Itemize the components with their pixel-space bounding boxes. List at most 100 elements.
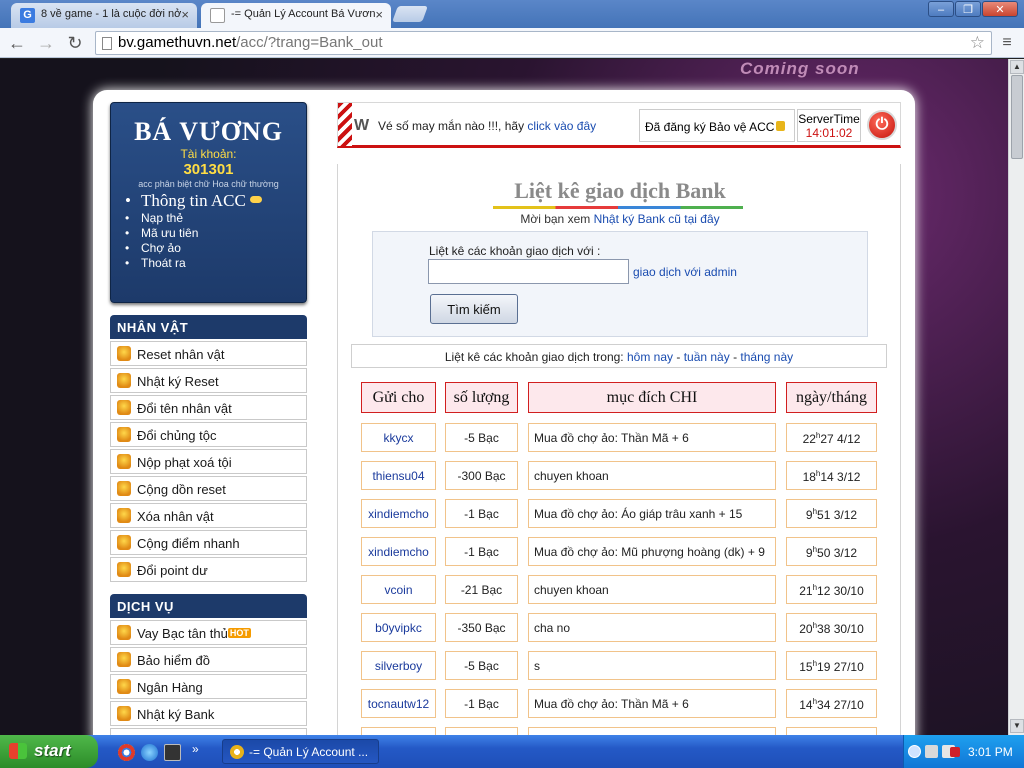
hour-mark: h [812, 659, 818, 668]
cell-amount: -1 Bạc [445, 499, 518, 528]
scroll-up-icon[interactable]: ▲ [1010, 60, 1024, 74]
sidebar-item-bank-log[interactable]: Nhật ký Bank [110, 701, 307, 726]
item-icon [117, 706, 131, 721]
cell-recipient[interactable]: tocnautw12 [361, 689, 436, 718]
period-week-link[interactable]: tuần này [684, 350, 730, 364]
page-icon [210, 8, 225, 23]
restore-button[interactable]: ❐ [955, 1, 981, 17]
sidebar-item-item-insurance[interactable]: Bảo hiểm đồ [110, 647, 307, 672]
sidebar-item-bank[interactable]: Ngân Hàng [110, 674, 307, 699]
scroll-thumb[interactable] [1011, 75, 1023, 159]
sidebar-item-label: Cộng dồn reset [137, 482, 226, 497]
cell-recipient[interactable]: vcoin [361, 575, 436, 604]
sidebar-item-delete-character[interactable]: Xóa nhân vật [110, 503, 307, 528]
lottery-link[interactable]: click vào đây [527, 119, 596, 133]
game-icon[interactable] [164, 744, 181, 761]
account-menu-label: Thông tin ACC [141, 191, 246, 210]
account-menu-info[interactable]: Thông tin ACC [125, 191, 306, 211]
cell-recipient[interactable]: xindiemcho [361, 499, 436, 528]
admin-transactions-link[interactable]: giao dịch với admin [633, 265, 737, 279]
system-tray: 3:01 PM [903, 735, 1024, 768]
old-bank-log-link[interactable]: Nhật ký Bank cũ tại đây [594, 212, 720, 226]
reload-icon[interactable]: ↻ [64, 32, 86, 54]
lottery-text: Vé số may mắn nào !!!, hãy [378, 119, 528, 133]
sidebar-item-stack-reset[interactable]: Cộng dồn reset [110, 476, 307, 501]
item-icon [117, 508, 131, 523]
cell-purpose: Mua đồ chợ ảo: Mũ phượng hoàng (dk) + 9 [528, 537, 776, 566]
tab-favicon: G [20, 8, 35, 23]
cell-recipient[interactable]: kkycx [361, 423, 436, 452]
close-tab-icon[interactable]: × [375, 7, 383, 22]
sidebar-item-rename[interactable]: Đổi tên nhân vật [110, 395, 307, 420]
service-section-heading: DỊCH VỤ [110, 594, 307, 618]
minimize-button[interactable]: – [928, 1, 954, 17]
start-button[interactable]: start [0, 735, 98, 768]
sidebar-item-label: Nhật ký Bank [137, 707, 215, 722]
item-icon [117, 679, 131, 694]
cell-recipient[interactable]: b0yvipkc [361, 613, 436, 642]
back-icon[interactable]: ← [6, 32, 28, 54]
item-icon [117, 454, 131, 469]
server-time-label: ServerTime [798, 112, 860, 126]
browser-toolbar: ← → ↻ bv.gamethuvn.net/acc/?trang=Bank_o… [0, 28, 1024, 58]
account-menu-logout[interactable]: Thoát ra [125, 256, 306, 271]
chrome-icon[interactable] [118, 744, 135, 761]
sidebar-item-pay-fine[interactable]: Nộp phạt xoá tội [110, 449, 307, 474]
sidebar-item-more[interactable] [110, 728, 307, 735]
search-input[interactable] [428, 259, 629, 284]
smile-icon [250, 196, 263, 203]
title-underline [493, 206, 743, 209]
cell-recipient[interactable]: tocnautw12 [361, 727, 436, 735]
tab-game-forum[interactable]: G 8 về game - 1 là cuộc đời nở × [11, 3, 197, 28]
hour-mark: h [815, 469, 821, 478]
column-header-purpose: mục đích CHI [528, 382, 776, 413]
item-icon [117, 481, 131, 496]
item-icon [117, 373, 131, 388]
scroll-down-icon[interactable]: ▼ [1010, 719, 1024, 733]
sidebar-item-reset-log[interactable]: Nhật ký Reset [110, 368, 307, 393]
taskbar-item-browser[interactable]: -= Quản Lý Account ... [222, 739, 379, 764]
new-tab-button[interactable] [392, 6, 428, 22]
search-button[interactable]: Tìm kiếm [430, 294, 518, 324]
forward-icon[interactable]: → [35, 32, 57, 54]
close-tab-icon[interactable]: × [181, 7, 189, 22]
cell-recipient[interactable]: thiensu04 [361, 461, 436, 490]
period-month-link[interactable]: tháng này [740, 350, 793, 364]
close-window-button[interactable]: ✕ [982, 1, 1018, 17]
account-menu-topup[interactable]: Nạp thẻ [125, 211, 306, 226]
account-menu-priority-code[interactable]: Mã ưu tiên [125, 226, 306, 241]
star-icon[interactable]: ☆ [970, 33, 985, 53]
menu-icon[interactable]: ≡ [996, 32, 1018, 54]
subtitle-text: Mời bạn xem [520, 212, 594, 226]
column-header-amount: số lượng [445, 382, 518, 413]
sidebar-item-change-race[interactable]: Đổi chủng tộc [110, 422, 307, 447]
sidebar-item-reset[interactable]: Reset nhân vật [110, 341, 307, 366]
page-title: Liệt kê giao dịch Bank [514, 178, 726, 203]
sidebar-item-quick-points[interactable]: Cộng điểm nhanh [110, 530, 307, 555]
address-bar[interactable]: bv.gamethuvn.net/acc/?trang=Bank_out ☆ [95, 31, 992, 55]
power-icon[interactable]: ⏻ [867, 110, 897, 140]
period-today-link[interactable]: hôm nay [627, 350, 673, 364]
ie-icon[interactable] [141, 744, 158, 761]
tray-expand-icon[interactable] [908, 745, 921, 758]
cell-date: 14h34 27/10 [786, 689, 877, 718]
alert-icon[interactable] [950, 747, 960, 757]
account-menu-market[interactable]: Chợ ảo [125, 241, 306, 256]
sidebar-item-label: Xóa nhân vật [137, 509, 214, 524]
tab-account-manager[interactable]: -= Quản Lý Account Bá Vươn × [201, 3, 391, 28]
column-header-recipient: Gửi cho [361, 382, 436, 413]
item-icon [117, 427, 131, 442]
cell-amount: -300 Bạc [445, 461, 518, 490]
quicklaunch-more-icon[interactable]: » [192, 742, 199, 756]
cell-recipient[interactable]: xindiemcho [361, 537, 436, 566]
account-label: Tài khoản: [180, 147, 237, 161]
hour-mark: h [815, 431, 821, 440]
cell-purpose: cha no [528, 613, 776, 642]
network-icon[interactable] [925, 745, 938, 758]
page-scrollbar[interactable]: ▲ ▼ [1008, 59, 1024, 735]
cell-purpose: Mua đồ chợ ảo: Thần Mã + 6 [528, 423, 776, 452]
sidebar-item-convert-points[interactable]: Đổi point dư [110, 557, 307, 582]
cell-recipient[interactable]: silverboy [361, 651, 436, 680]
sidebar-item-newbie-loan[interactable]: Vay Bạc tân thủ HOT [110, 620, 307, 645]
cell-purpose: chuyen khoan [528, 727, 776, 735]
